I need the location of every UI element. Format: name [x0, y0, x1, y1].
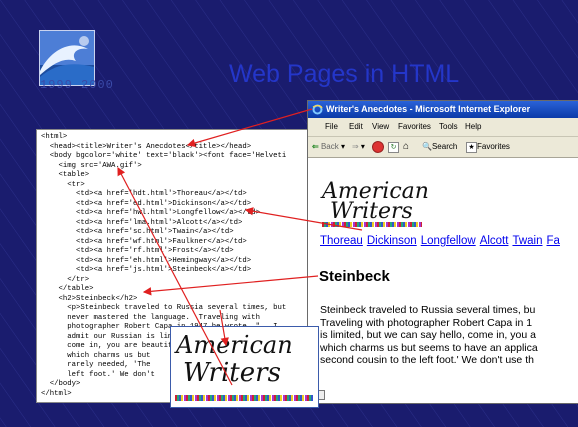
- code-line: rarely needed, 'The: [41, 361, 151, 369]
- browser-title: Writer's Anecdotes - Microsoft Internet …: [326, 104, 531, 114]
- code-line: <td><a href='sc.html'>Twain</a></td>: [41, 228, 234, 236]
- code-line: <tr>: [41, 180, 85, 189]
- slide-title: Web Pages in HTML: [229, 60, 460, 88]
- link-alcott[interactable]: Alcott: [480, 235, 509, 247]
- menu-favorites[interactable]: Favorites: [398, 118, 431, 136]
- favorites-icon: ★: [466, 142, 477, 153]
- code-line: <body bgcolor='white' text='black'><font…: [41, 152, 287, 160]
- code-line: <td><a href='hwl.html'>Longfellow</a></t…: [41, 209, 260, 217]
- code-line: <h2>Steinbeck</h2>: [41, 294, 138, 303]
- link-twain[interactable]: Twain: [512, 235, 542, 247]
- menu-help[interactable]: Help: [465, 118, 481, 136]
- code-line: <td><a href='rf.html'>Frost</a></td>: [41, 247, 234, 255]
- para-line: is limited, but we can say hello, come i…: [320, 329, 536, 341]
- code-line: <td><a href='ed.html'>Dickinson</a></td>: [41, 199, 252, 208]
- forward-button[interactable]: ⇒ ▾: [352, 137, 365, 157]
- code-line: <td><a href='hdt.html'>Thoreau</a></td>: [41, 190, 247, 198]
- code-line: <td><a href='js.html'>Steinbeck</a></td>: [41, 266, 252, 274]
- para-line: second cousin to the left foot.' We don'…: [320, 354, 534, 366]
- link-dickinson[interactable]: Dickinson: [367, 235, 417, 247]
- code-line: <table>: [41, 171, 90, 179]
- slide: 1999 2000 Web Pages in HTML <html> <head…: [0, 0, 578, 427]
- refresh-button[interactable]: ↻: [388, 137, 399, 157]
- author-links: Thoreau Dickinson Longfellow Alcott Twain Fa: [320, 235, 564, 247]
- link-faulkner[interactable]: Fa: [547, 235, 560, 247]
- para-line: which charms us but seems to have an app…: [320, 341, 538, 354]
- search-button[interactable]: 🔍Search: [422, 137, 457, 157]
- link-thoreau[interactable]: Thoreau: [320, 235, 363, 247]
- browser-window: Writer's Anecdotes - Microsoft Internet …: [307, 100, 578, 404]
- zoomed-logo-line2: Writers: [183, 358, 281, 388]
- para-line: Traveling with photographer Robert Capa …: [320, 316, 533, 329]
- year-label: 1999 2000: [40, 78, 114, 92]
- code-line: never mastered the language. Traveling w…: [41, 313, 260, 322]
- code-line: </table>: [41, 285, 94, 293]
- home-icon: ⌂: [403, 141, 410, 152]
- menu-view[interactable]: View: [372, 118, 389, 136]
- steinbeck-heading: Steinbeck: [319, 268, 390, 285]
- back-button[interactable]: ⇐ Back ▾: [312, 137, 345, 157]
- home-button[interactable]: ⌂: [403, 137, 409, 157]
- code-line: <head><title>Writer's Anecdotes</title><…: [41, 142, 252, 151]
- back-arrow-icon: ⇐: [312, 142, 319, 151]
- logo-noise-strip: [322, 222, 422, 227]
- stop-button[interactable]: [372, 137, 384, 157]
- menu-tools[interactable]: Tools: [439, 118, 458, 136]
- code-line: </body>: [41, 380, 81, 388]
- ie-logo-icon: [312, 104, 323, 115]
- menu-file[interactable]: File: [325, 118, 338, 136]
- steinbeck-paragraph: Steinbeck traveled to Russia several tim…: [320, 304, 578, 367]
- code-line: <td><a href='lma.html'>Alcott</a></td>: [41, 218, 243, 227]
- menu-bar: File Edit View Favorites Tools Help: [308, 118, 578, 137]
- zoomed-logo-noise-strip: [175, 395, 313, 401]
- menu-edit[interactable]: Edit: [349, 118, 363, 136]
- code-line: <p>Steinbeck traveled to Russia several …: [41, 304, 287, 312]
- zoomed-logo-box: American Writers: [170, 326, 319, 408]
- browser-toolbar: ⇐ Back ▾ ⇒ ▾ ↻ ⌂ 🔍Search ★ Favorites: [308, 137, 578, 158]
- code-line: which charms us but: [41, 351, 151, 360]
- refresh-icon: ↻: [388, 142, 399, 153]
- code-line: <html>: [41, 133, 68, 141]
- link-longfellow[interactable]: Longfellow: [421, 235, 476, 247]
- para-line: Steinbeck traveled to Russia several tim…: [320, 304, 536, 316]
- code-line: left foot.' We don't: [41, 370, 155, 379]
- stop-icon: [372, 140, 384, 153]
- code-line: <img src='AWA.gif'>: [41, 161, 142, 170]
- forward-arrow-icon: ⇒: [352, 142, 359, 151]
- zoomed-logo-line1: American: [176, 331, 293, 359]
- code-line: </tr>: [41, 275, 90, 284]
- code-line: <td><a href='eh.html'>Hemingway</a></td>: [41, 256, 252, 265]
- code-line: <td><a href='wf.html'>Faulkner</a></td>: [41, 237, 247, 246]
- logo-line2: Writers: [330, 199, 413, 224]
- search-icon: 🔍: [422, 142, 432, 151]
- favorites-button[interactable]: ★ Favorites: [466, 137, 510, 157]
- code-line: </html>: [41, 389, 72, 398]
- browser-title-bar: Writer's Anecdotes - Microsoft Internet …: [308, 101, 578, 118]
